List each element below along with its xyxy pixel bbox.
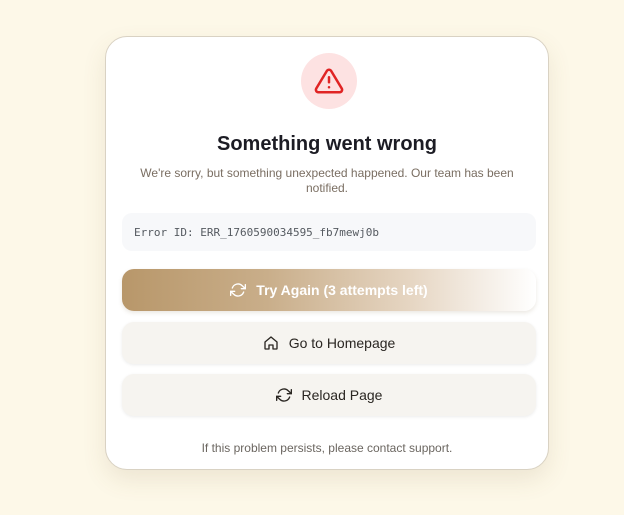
refresh-icon	[230, 283, 247, 297]
alert-triangle-icon	[314, 68, 344, 94]
go-home-label: Go to Homepage	[288, 335, 396, 351]
error-id-box: Error ID: ERR_1760590034595_fb7mewj0b	[122, 213, 536, 251]
error-card: Something went wrong We're sorry, but so…	[105, 36, 549, 470]
error-title: Something went wrong	[217, 133, 437, 155]
home-icon	[264, 336, 278, 350]
try-again-button[interactable]: Try Again (3 attempts left)	[122, 269, 536, 311]
reload-page-label: Reload Page	[301, 387, 383, 403]
alert-badge	[301, 53, 357, 109]
error-message: We're sorry, but something unexpected ha…	[140, 166, 514, 195]
support-note: If this problem persists, please contact…	[201, 441, 453, 455]
reload-page-button[interactable]: Reload Page	[122, 374, 536, 416]
reload-icon	[275, 388, 292, 402]
try-again-label: Try Again (3 attempts left)	[256, 282, 428, 298]
go-home-button[interactable]: Go to Homepage	[122, 322, 536, 364]
error-id-text: Error ID: ERR_1760590034595_fb7mewj0b	[134, 225, 380, 239]
